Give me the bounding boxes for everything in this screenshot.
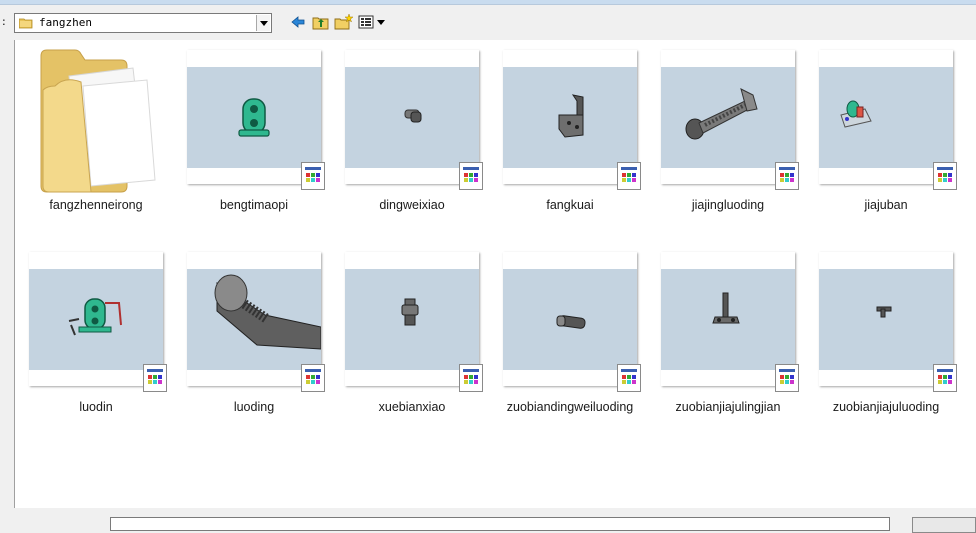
part-preview xyxy=(685,88,758,140)
folder-item[interactable]: fangzhenneirong xyxy=(17,40,175,220)
folder-icon xyxy=(40,49,156,193)
thumbnail-viewport xyxy=(345,269,479,370)
document-icon xyxy=(459,364,483,392)
item-label: xuebianxiao xyxy=(378,400,446,414)
part-item[interactable]: bengtimaopi xyxy=(175,40,333,220)
part-item[interactable]: luodin xyxy=(17,242,175,422)
item-label: jiajingluoding xyxy=(691,198,765,212)
part-item[interactable]: zuobianjiajuluoding xyxy=(807,242,965,422)
part-preview xyxy=(840,100,872,128)
new-folder-icon[interactable] xyxy=(334,13,354,33)
thumbnail xyxy=(661,252,799,392)
document-icon xyxy=(143,364,167,392)
item-label: bengtimaopi xyxy=(219,198,289,212)
part-preview xyxy=(556,315,586,329)
item-label: luodin xyxy=(79,400,113,414)
document-icon xyxy=(301,162,325,190)
thumbnail-viewport xyxy=(661,67,795,168)
part-item[interactable]: jiajuban xyxy=(807,40,965,220)
thumbnail-viewport xyxy=(819,269,953,370)
file-list-view[interactable]: fangzhenneirong bengtimaopi dingweixiao … xyxy=(14,40,976,508)
part-preview xyxy=(876,306,892,318)
thumbnail-viewport xyxy=(29,269,163,370)
part-item[interactable]: dingweixiao xyxy=(333,40,491,220)
thumbnail xyxy=(819,50,957,190)
item-label: luoding xyxy=(233,400,275,414)
thumbnail xyxy=(345,50,483,190)
back-arrow-icon[interactable] xyxy=(290,13,306,33)
thumbnail-viewport xyxy=(345,67,479,168)
part-item[interactable]: zuobianjiajulingjian xyxy=(649,242,807,422)
part-item[interactable]: zuobiandingweiluoding xyxy=(491,242,649,422)
thumbnail xyxy=(187,252,325,392)
item-label: zuobiandingweiluoding xyxy=(506,400,634,414)
document-icon xyxy=(933,162,957,190)
part-preview xyxy=(214,274,321,350)
part-preview xyxy=(68,298,122,336)
lookin-value: fangzhen xyxy=(39,16,92,29)
item-label: dingweixiao xyxy=(379,198,445,212)
part-preview xyxy=(238,98,270,137)
open-button[interactable] xyxy=(912,517,976,533)
thumbnail-viewport xyxy=(503,269,637,370)
thumbnail-viewport xyxy=(187,67,321,168)
thumbnail-viewport xyxy=(819,67,953,168)
part-item[interactable]: xuebianxiao xyxy=(333,242,491,422)
thumbnail xyxy=(29,252,167,392)
document-icon xyxy=(775,162,799,190)
toolbar: : fangzhen xyxy=(0,5,976,41)
part-item[interactable]: fangkuai xyxy=(491,40,649,220)
lookin-combobox[interactable]: fangzhen xyxy=(14,13,272,33)
part-item[interactable]: luoding xyxy=(175,242,333,422)
up-folder-icon[interactable] xyxy=(312,13,330,33)
document-icon xyxy=(775,364,799,392)
chevron-down-icon[interactable] xyxy=(256,15,270,31)
thumbnail-viewport xyxy=(661,269,795,370)
folder-small-icon xyxy=(19,18,33,29)
part-preview xyxy=(712,292,740,324)
thumbnail-viewport xyxy=(187,269,321,370)
document-icon xyxy=(617,162,641,190)
part-preview xyxy=(558,94,584,138)
document-icon xyxy=(301,364,325,392)
part-preview xyxy=(404,109,422,123)
bottom-bar xyxy=(0,508,976,533)
thumbnail xyxy=(819,252,957,392)
part-item[interactable]: jiajingluoding xyxy=(649,40,807,220)
item-label: fangkuai xyxy=(546,198,594,212)
item-label: fangzhenneirong xyxy=(49,198,143,212)
document-icon xyxy=(933,364,957,392)
thumbnail xyxy=(661,50,799,190)
lookin-label: : xyxy=(2,15,6,28)
thumbnail xyxy=(503,252,641,392)
thumbnail xyxy=(187,50,325,190)
thumbnail xyxy=(345,252,483,392)
item-label: zuobianjiajulingjian xyxy=(675,400,781,414)
view-menu-icon[interactable] xyxy=(358,13,388,33)
part-preview xyxy=(401,298,419,326)
document-icon xyxy=(459,162,483,190)
document-icon xyxy=(617,364,641,392)
item-label: zuobianjiajuluoding xyxy=(832,400,940,414)
item-label: jiajuban xyxy=(864,198,908,212)
filename-input[interactable] xyxy=(110,517,890,531)
thumbnail xyxy=(503,50,641,190)
thumbnail-viewport xyxy=(503,67,637,168)
